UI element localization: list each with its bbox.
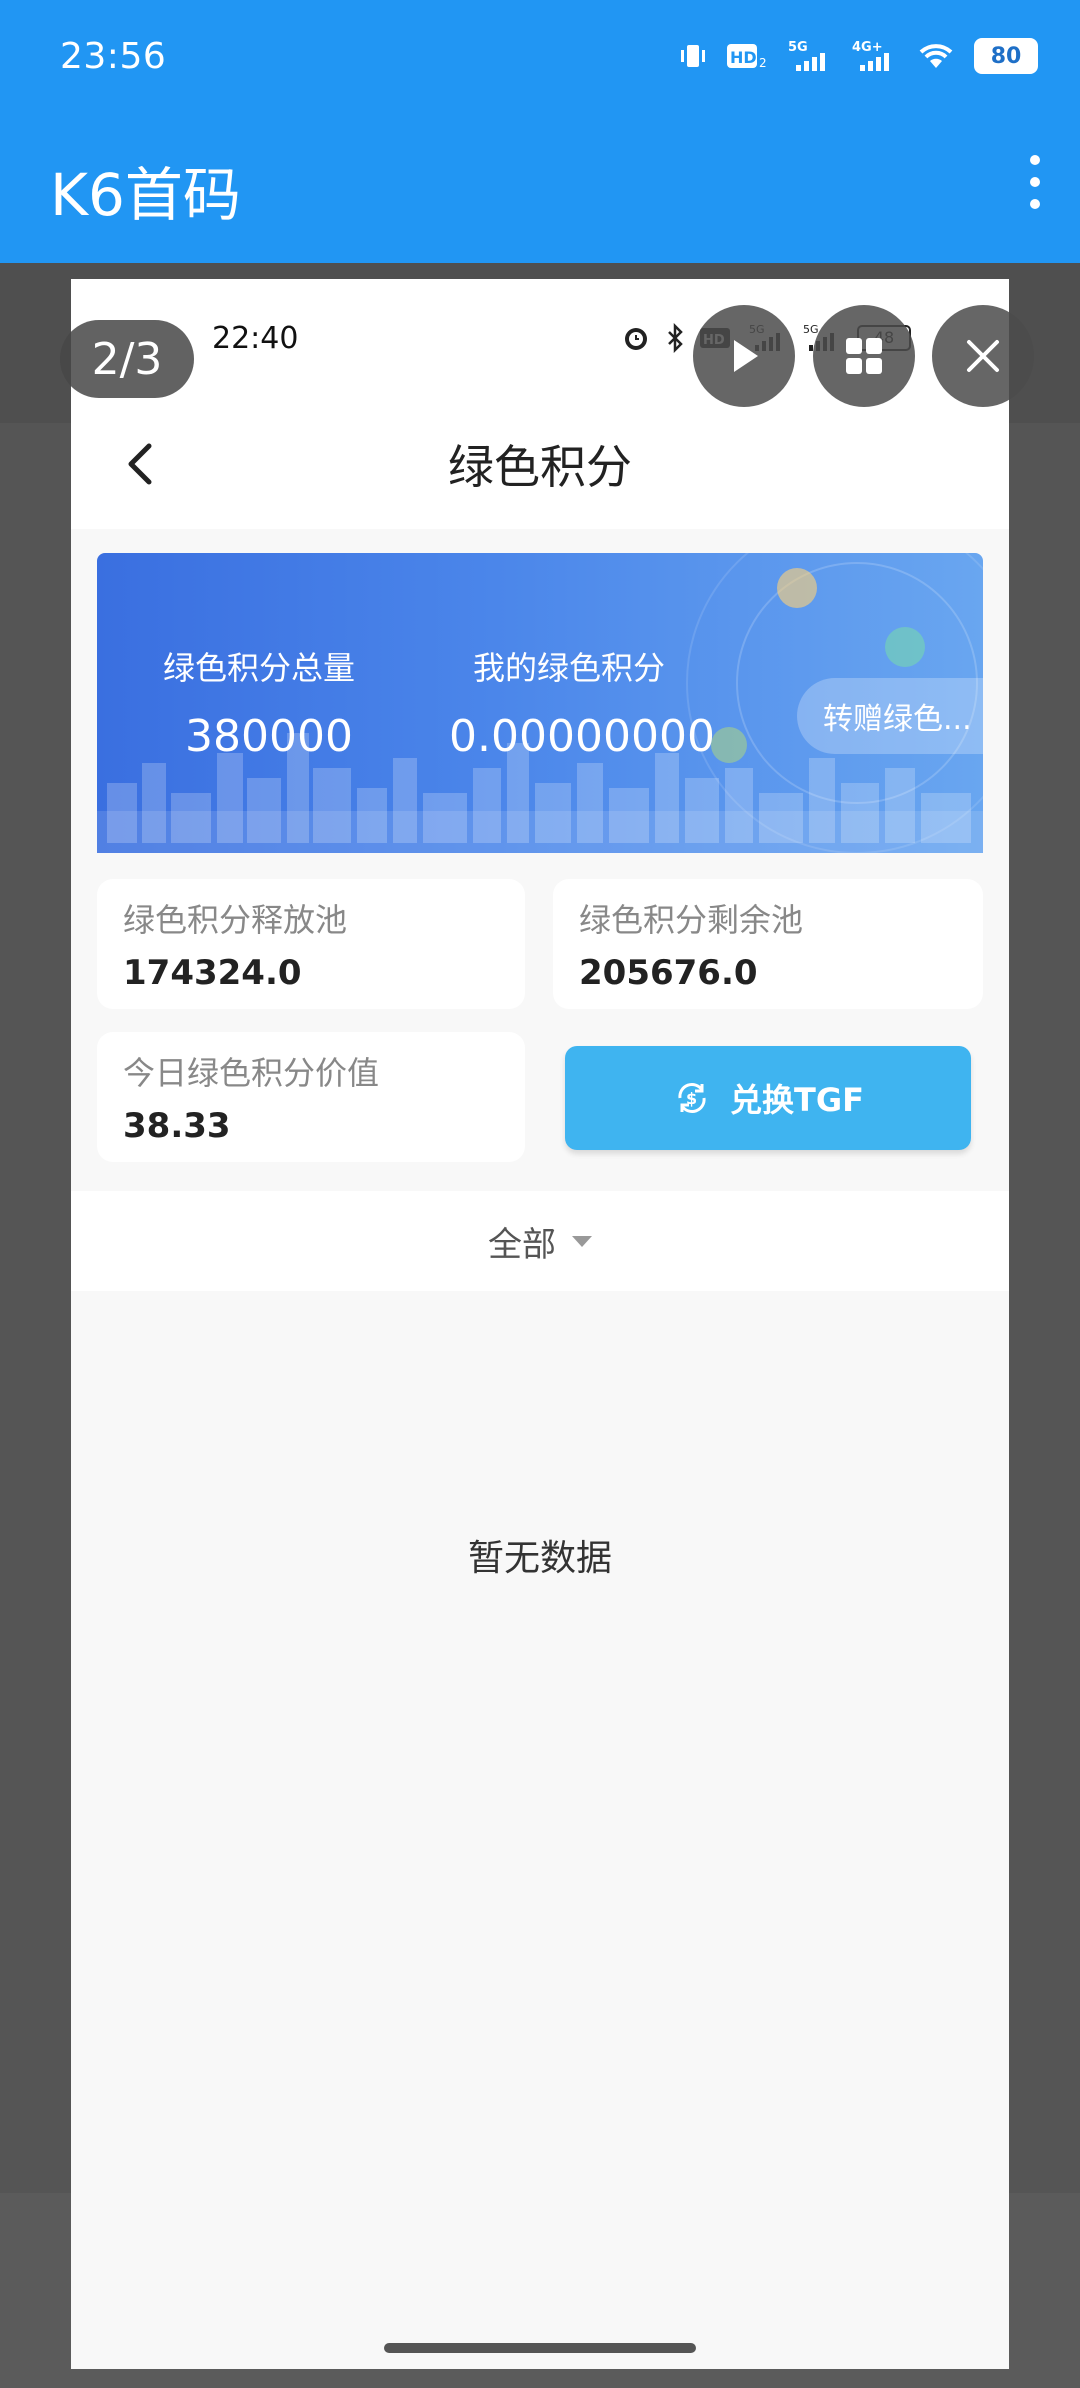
signal-4g-icon: 4G+: [852, 40, 889, 71]
filter-label: 全部: [488, 1224, 556, 1265]
status-icons: HD 2 5G 4G+ 80: [678, 38, 1038, 74]
bluetooth-icon: [668, 323, 683, 353]
my-points-label: 我的绿色积分: [473, 649, 666, 687]
grid-view-button[interactable]: [813, 305, 915, 407]
total-points-label: 绿色积分总量: [163, 649, 356, 687]
svg-text:4G+: 4G+: [852, 40, 883, 55]
exchange-tgf-label: 兑换TGF: [730, 1081, 864, 1119]
close-button[interactable]: [932, 305, 1034, 407]
inner-status-time: 22:40: [212, 321, 299, 356]
remain-pool-value: 205676.0: [579, 953, 758, 993]
exchange-tgf-button[interactable]: $ 兑换TGF: [565, 1046, 971, 1150]
my-points-value: 0.00000000: [449, 711, 715, 762]
hd-icon: HD 2: [727, 44, 767, 70]
svg-text:2: 2: [759, 56, 767, 70]
today-value-label: 今日绿色积分价值: [123, 1054, 380, 1092]
svg-text:$: $: [686, 1089, 697, 1108]
app-header: 23:56 HD 2 5G 4G+ 80 K6首码: [0, 0, 1080, 263]
today-value-value: 38.33: [123, 1106, 231, 1146]
empty-state-text: 暂无数据: [467, 1538, 612, 1579]
alarm-icon: [625, 328, 647, 350]
signal-5g-icon: 5G: [788, 40, 825, 71]
more-menu-icon[interactable]: [1020, 155, 1050, 209]
remain-pool-card: 绿色积分剩余池 205676.0: [553, 879, 983, 1009]
vibrate-icon: [681, 45, 705, 67]
image-preview: 22:40 HD 5G 5G 48 绿色积分: [71, 279, 1009, 2369]
svg-text:5G: 5G: [803, 323, 819, 336]
svg-text:HD: HD: [730, 48, 757, 67]
remain-pool-label: 绿色积分剩余池: [579, 901, 804, 939]
total-points-value: 380000: [185, 711, 353, 762]
app-title: K6首码: [50, 161, 241, 229]
grid-icon: [846, 338, 882, 374]
caret-down-icon: [572, 1235, 592, 1247]
status-bar: 23:56 HD 2 5G 4G+ 80: [0, 0, 1080, 120]
wifi-icon: [919, 44, 953, 68]
today-value-card: 今日绿色积分价值 38.33: [97, 1032, 525, 1162]
play-icon: [734, 340, 758, 372]
svg-text:5G: 5G: [788, 40, 808, 55]
points-banner: 绿色积分总量 380000 我的绿色积分 0.00000000 转赠绿色...: [97, 553, 983, 853]
page-counter: 2/3: [60, 320, 194, 398]
bottom-edge: [0, 2369, 1080, 2388]
filter-dropdown[interactable]: 全部: [71, 1191, 1009, 1291]
release-pool-value: 174324.0: [123, 953, 302, 993]
close-icon: [967, 340, 999, 372]
release-pool-label: 绿色积分释放池: [123, 901, 348, 939]
status-time: 23:56: [60, 36, 167, 77]
page-title: 绿色积分: [448, 440, 632, 494]
page-header: 绿色积分: [71, 389, 1009, 529]
exchange-icon: $: [678, 1083, 706, 1113]
release-pool-card: 绿色积分释放池 174324.0: [97, 879, 525, 1009]
transfer-button[interactable]: 转赠绿色...: [797, 678, 983, 754]
play-button[interactable]: [693, 305, 795, 407]
battery-indicator: 80: [974, 38, 1038, 74]
home-indicator: [384, 2343, 696, 2353]
